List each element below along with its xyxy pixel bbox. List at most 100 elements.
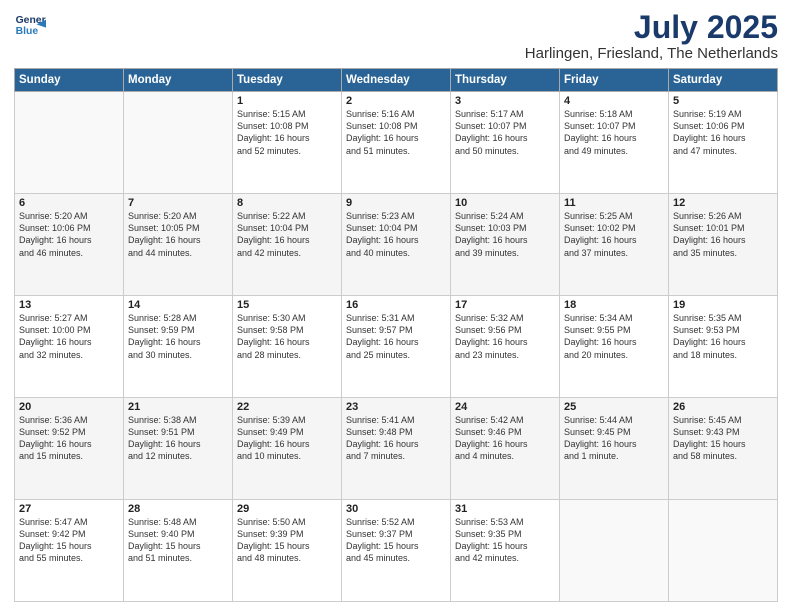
cell-content: Sunrise: 5:41 AMSunset: 9:48 PMDaylight:… <box>346 414 446 463</box>
col-thursday: Thursday <box>451 69 560 92</box>
calendar-week-5: 27Sunrise: 5:47 AMSunset: 9:42 PMDayligh… <box>15 500 778 602</box>
day-number: 1 <box>237 95 337 107</box>
day-number: 6 <box>19 197 119 209</box>
table-row: 14Sunrise: 5:28 AMSunset: 9:59 PMDayligh… <box>124 296 233 398</box>
day-number: 20 <box>19 401 119 413</box>
title-block: July 2025 Harlingen, Friesland, The Neth… <box>525 10 778 62</box>
location-title: Harlingen, Friesland, The Netherlands <box>525 45 778 62</box>
day-number: 19 <box>673 299 773 311</box>
cell-content: Sunrise: 5:53 AMSunset: 9:35 PMDaylight:… <box>455 516 555 565</box>
cell-content: Sunrise: 5:22 AMSunset: 10:04 PMDaylight… <box>237 210 337 259</box>
cell-content: Sunrise: 5:25 AMSunset: 10:02 PMDaylight… <box>564 210 664 259</box>
day-number: 12 <box>673 197 773 209</box>
cell-content: Sunrise: 5:44 AMSunset: 9:45 PMDaylight:… <box>564 414 664 463</box>
day-number: 26 <box>673 401 773 413</box>
table-row <box>560 500 669 602</box>
cell-content: Sunrise: 5:32 AMSunset: 9:56 PMDaylight:… <box>455 312 555 361</box>
day-number: 14 <box>128 299 228 311</box>
table-row: 15Sunrise: 5:30 AMSunset: 9:58 PMDayligh… <box>233 296 342 398</box>
table-row: 5Sunrise: 5:19 AMSunset: 10:06 PMDayligh… <box>669 92 778 194</box>
month-title: July 2025 <box>525 10 778 45</box>
day-number: 16 <box>346 299 446 311</box>
table-row: 16Sunrise: 5:31 AMSunset: 9:57 PMDayligh… <box>342 296 451 398</box>
cell-content: Sunrise: 5:16 AMSunset: 10:08 PMDaylight… <box>346 108 446 157</box>
table-row: 12Sunrise: 5:26 AMSunset: 10:01 PMDaylig… <box>669 194 778 296</box>
day-number: 17 <box>455 299 555 311</box>
header-row: Sunday Monday Tuesday Wednesday Thursday… <box>15 69 778 92</box>
cell-content: Sunrise: 5:20 AMSunset: 10:05 PMDaylight… <box>128 210 228 259</box>
day-number: 30 <box>346 503 446 515</box>
logo: General Blue <box>14 10 46 42</box>
cell-content: Sunrise: 5:17 AMSunset: 10:07 PMDaylight… <box>455 108 555 157</box>
day-number: 7 <box>128 197 228 209</box>
table-row: 3Sunrise: 5:17 AMSunset: 10:07 PMDayligh… <box>451 92 560 194</box>
cell-content: Sunrise: 5:31 AMSunset: 9:57 PMDaylight:… <box>346 312 446 361</box>
cell-content: Sunrise: 5:18 AMSunset: 10:07 PMDaylight… <box>564 108 664 157</box>
table-row: 19Sunrise: 5:35 AMSunset: 9:53 PMDayligh… <box>669 296 778 398</box>
day-number: 28 <box>128 503 228 515</box>
day-number: 15 <box>237 299 337 311</box>
table-row: 27Sunrise: 5:47 AMSunset: 9:42 PMDayligh… <box>15 500 124 602</box>
day-number: 21 <box>128 401 228 413</box>
cell-content: Sunrise: 5:42 AMSunset: 9:46 PMDaylight:… <box>455 414 555 463</box>
table-row: 9Sunrise: 5:23 AMSunset: 10:04 PMDayligh… <box>342 194 451 296</box>
table-row: 1Sunrise: 5:15 AMSunset: 10:08 PMDayligh… <box>233 92 342 194</box>
cell-content: Sunrise: 5:36 AMSunset: 9:52 PMDaylight:… <box>19 414 119 463</box>
table-row: 24Sunrise: 5:42 AMSunset: 9:46 PMDayligh… <box>451 398 560 500</box>
cell-content: Sunrise: 5:15 AMSunset: 10:08 PMDaylight… <box>237 108 337 157</box>
day-number: 5 <box>673 95 773 107</box>
day-number: 23 <box>346 401 446 413</box>
day-number: 2 <box>346 95 446 107</box>
cell-content: Sunrise: 5:39 AMSunset: 9:49 PMDaylight:… <box>237 414 337 463</box>
table-row: 4Sunrise: 5:18 AMSunset: 10:07 PMDayligh… <box>560 92 669 194</box>
day-number: 24 <box>455 401 555 413</box>
cell-content: Sunrise: 5:47 AMSunset: 9:42 PMDaylight:… <box>19 516 119 565</box>
table-row: 8Sunrise: 5:22 AMSunset: 10:04 PMDayligh… <box>233 194 342 296</box>
cell-content: Sunrise: 5:50 AMSunset: 9:39 PMDaylight:… <box>237 516 337 565</box>
table-row: 6Sunrise: 5:20 AMSunset: 10:06 PMDayligh… <box>15 194 124 296</box>
table-row: 20Sunrise: 5:36 AMSunset: 9:52 PMDayligh… <box>15 398 124 500</box>
table-row: 29Sunrise: 5:50 AMSunset: 9:39 PMDayligh… <box>233 500 342 602</box>
table-row <box>669 500 778 602</box>
cell-content: Sunrise: 5:20 AMSunset: 10:06 PMDaylight… <box>19 210 119 259</box>
cell-content: Sunrise: 5:27 AMSunset: 10:00 PMDaylight… <box>19 312 119 361</box>
table-row: 30Sunrise: 5:52 AMSunset: 9:37 PMDayligh… <box>342 500 451 602</box>
cell-content: Sunrise: 5:52 AMSunset: 9:37 PMDaylight:… <box>346 516 446 565</box>
calendar-week-1: 1Sunrise: 5:15 AMSunset: 10:08 PMDayligh… <box>15 92 778 194</box>
col-friday: Friday <box>560 69 669 92</box>
col-wednesday: Wednesday <box>342 69 451 92</box>
day-number: 13 <box>19 299 119 311</box>
cell-content: Sunrise: 5:35 AMSunset: 9:53 PMDaylight:… <box>673 312 773 361</box>
table-row <box>124 92 233 194</box>
logo-icon: General Blue <box>14 10 46 42</box>
day-number: 4 <box>564 95 664 107</box>
day-number: 9 <box>346 197 446 209</box>
cell-content: Sunrise: 5:19 AMSunset: 10:06 PMDaylight… <box>673 108 773 157</box>
cell-content: Sunrise: 5:26 AMSunset: 10:01 PMDaylight… <box>673 210 773 259</box>
day-number: 27 <box>19 503 119 515</box>
table-row: 2Sunrise: 5:16 AMSunset: 10:08 PMDayligh… <box>342 92 451 194</box>
day-number: 25 <box>564 401 664 413</box>
table-row: 22Sunrise: 5:39 AMSunset: 9:49 PMDayligh… <box>233 398 342 500</box>
day-number: 3 <box>455 95 555 107</box>
table-row: 10Sunrise: 5:24 AMSunset: 10:03 PMDaylig… <box>451 194 560 296</box>
table-row: 26Sunrise: 5:45 AMSunset: 9:43 PMDayligh… <box>669 398 778 500</box>
table-row: 23Sunrise: 5:41 AMSunset: 9:48 PMDayligh… <box>342 398 451 500</box>
page: General Blue July 2025 Harlingen, Friesl… <box>0 0 792 612</box>
table-row: 25Sunrise: 5:44 AMSunset: 9:45 PMDayligh… <box>560 398 669 500</box>
table-row: 21Sunrise: 5:38 AMSunset: 9:51 PMDayligh… <box>124 398 233 500</box>
col-monday: Monday <box>124 69 233 92</box>
svg-text:Blue: Blue <box>16 26 39 37</box>
cell-content: Sunrise: 5:28 AMSunset: 9:59 PMDaylight:… <box>128 312 228 361</box>
col-sunday: Sunday <box>15 69 124 92</box>
table-row: 13Sunrise: 5:27 AMSunset: 10:00 PMDaylig… <box>15 296 124 398</box>
cell-content: Sunrise: 5:38 AMSunset: 9:51 PMDaylight:… <box>128 414 228 463</box>
calendar-week-3: 13Sunrise: 5:27 AMSunset: 10:00 PMDaylig… <box>15 296 778 398</box>
calendar-week-4: 20Sunrise: 5:36 AMSunset: 9:52 PMDayligh… <box>15 398 778 500</box>
calendar-week-2: 6Sunrise: 5:20 AMSunset: 10:06 PMDayligh… <box>15 194 778 296</box>
table-row: 11Sunrise: 5:25 AMSunset: 10:02 PMDaylig… <box>560 194 669 296</box>
cell-content: Sunrise: 5:34 AMSunset: 9:55 PMDaylight:… <box>564 312 664 361</box>
table-row: 18Sunrise: 5:34 AMSunset: 9:55 PMDayligh… <box>560 296 669 398</box>
table-row: 31Sunrise: 5:53 AMSunset: 9:35 PMDayligh… <box>451 500 560 602</box>
cell-content: Sunrise: 5:23 AMSunset: 10:04 PMDaylight… <box>346 210 446 259</box>
